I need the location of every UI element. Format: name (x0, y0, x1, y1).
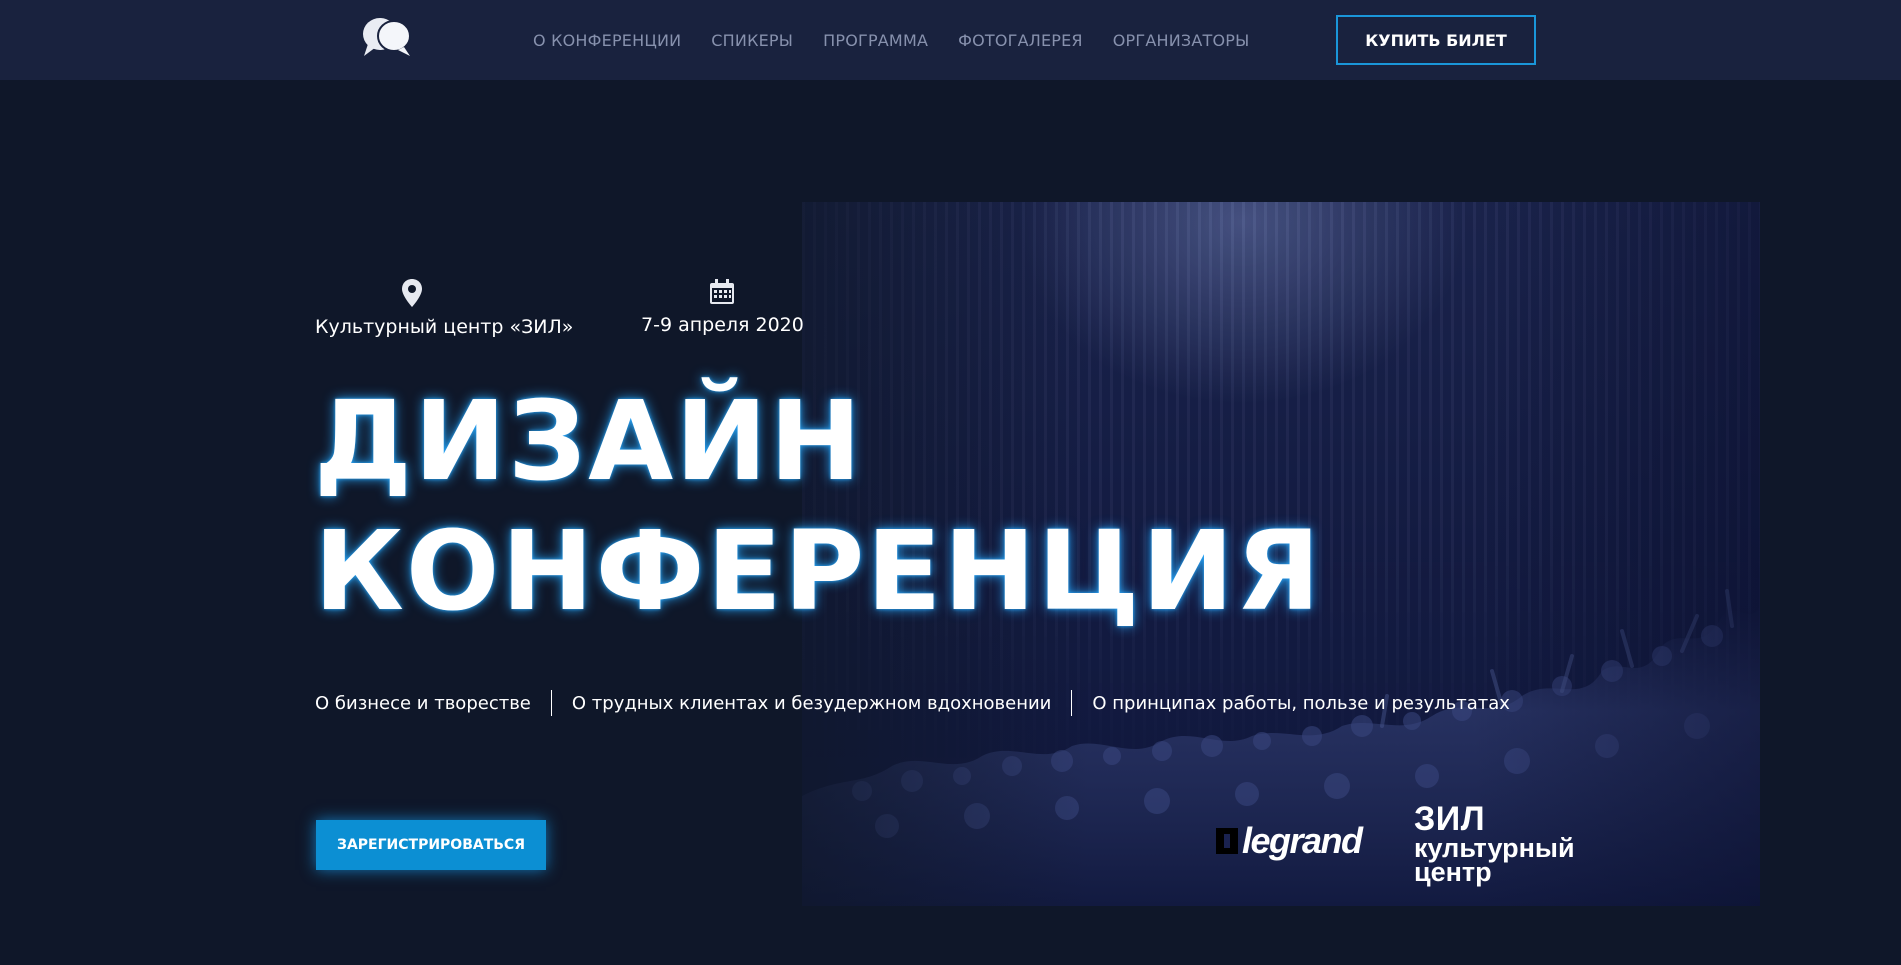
topic-divider (1071, 690, 1073, 716)
navbar: О КОНФЕРЕНЦИИ СПИКЕРЫ ПРОГРАММА ФОТОГАЛЕ… (0, 0, 1901, 80)
topic-item: О бизнесе и творестве (315, 692, 531, 714)
register-button[interactable]: ЗАРЕГИСТРИРОВАТЬСЯ (316, 820, 546, 870)
location-info: Культурный центр «ЗИЛ» (315, 278, 573, 338)
nav-item-program[interactable]: ПРОГРАММА (823, 31, 928, 50)
map-pin-icon (402, 279, 423, 307)
buy-ticket-button[interactable]: КУПИТЬ БИЛЕТ (1336, 15, 1536, 65)
nav-item-organizers[interactable]: ОРГАНИЗАТОРЫ (1113, 31, 1250, 50)
topic-item: О принципах работы, пользе и результатах (1092, 692, 1510, 714)
nav-item-gallery[interactable]: ФОТОГАЛЕРЕЯ (958, 31, 1083, 50)
zil-line1: ЗИЛ (1414, 800, 1486, 838)
speech-bubbles-icon[interactable] (360, 14, 416, 62)
topic-divider (550, 690, 552, 716)
calendar-icon (710, 279, 735, 304)
nav-item-speakers[interactable]: СПИКЕРЫ (711, 31, 793, 50)
topics-list: О бизнесе и творестве О трудных клиентах… (315, 690, 1510, 716)
nav-item-about[interactable]: О КОНФЕРЕНЦИИ (533, 31, 681, 50)
topic-item: О трудных клиентах и безудержном вдохнов… (571, 692, 1052, 714)
legrand-mark-icon (1216, 828, 1238, 854)
hero-title: ДИЗАЙН КОНФЕРЕНЦИЯ (314, 376, 1322, 636)
legrand-wordmark: legrand (1242, 820, 1363, 861)
zil-line3: центр (1414, 857, 1492, 887)
main-nav: О КОНФЕРЕНЦИИ СПИКЕРЫ ПРОГРАММА ФОТОГАЛЕ… (533, 0, 1279, 80)
hero-title-line1: ДИЗАЙН (314, 377, 864, 505)
location-text: Культурный центр «ЗИЛ» (315, 316, 574, 338)
date-info: 7-9 апреля 2020 (641, 278, 804, 336)
sponsor-legrand-logo[interactable]: legrand (1216, 820, 1363, 862)
date-text: 7-9 апреля 2020 (641, 314, 804, 336)
hero-title-line2: КОНФЕРЕНЦИЯ (314, 507, 1323, 635)
sponsor-zil-logo[interactable]: ЗИЛ культурный центр (1414, 800, 1575, 887)
